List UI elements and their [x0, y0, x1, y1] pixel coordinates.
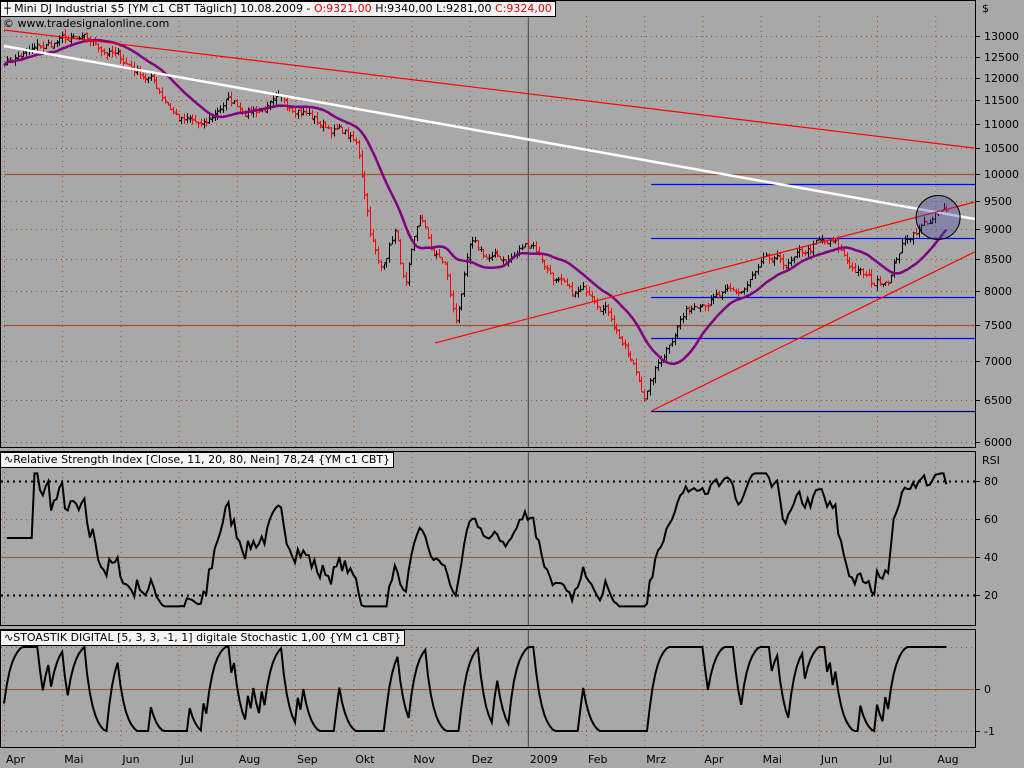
price-tick-label: 13000: [984, 29, 1019, 43]
x-tick-label: Apr: [704, 753, 724, 766]
low-value: L:9281,00: [436, 2, 492, 15]
price-tick-label: 8000: [984, 284, 1012, 298]
stoch-panel-header: ∿STOASTIK DIGITAL [5, 3, 3, -1, 1] digit…: [0, 630, 406, 646]
price-tick-label: 11500: [984, 93, 1019, 107]
open-value: O:9321,00: [314, 2, 372, 15]
crosshair-icon: ┼: [4, 2, 11, 15]
copyright-text: © www.tradesignalonline.com: [3, 17, 170, 30]
high-value: H:9340,00: [375, 2, 433, 15]
rsi-tick-label: 60: [984, 512, 998, 526]
x-tick-label: Sep: [297, 753, 318, 766]
rsi-axis-title: RSI: [982, 454, 1000, 467]
x-tick-label: Aug: [937, 753, 959, 766]
rsi-title: Relative Strength Index [Close, 11, 20, …: [13, 453, 391, 466]
x-tick-label: Nov: [413, 753, 435, 766]
x-tick-label: Jun: [820, 753, 838, 766]
x-tick-label: Mai: [64, 753, 84, 766]
price-tick-label: 7000: [984, 354, 1012, 368]
price-tick-label: 12500: [984, 50, 1019, 64]
indicator-icon: ∿: [4, 453, 14, 466]
rsi-tick-label: 80: [984, 474, 998, 488]
x-tick-label: Jul: [879, 753, 893, 766]
price-panel-header: ┼ Mini DJ Industrial $5 [YM c1 CBT Tägli…: [0, 1, 556, 17]
instrument-title: Mini DJ Industrial $5 [YM c1 CBT Täglich…: [14, 2, 237, 15]
x-tick-label: Jul: [180, 753, 194, 766]
highlight-circle: [915, 195, 961, 241]
indicator-icon: ∿: [4, 631, 14, 644]
price-tick-label: 7500: [984, 318, 1012, 332]
trendline-white-resistance: [3, 44, 975, 221]
stoch-title: STOASTIK DIGITAL [5, 3, 3, -1, 1] digita…: [13, 631, 402, 644]
price-tick-label: 9000: [984, 222, 1012, 236]
x-tick-label: Mrz: [646, 753, 666, 766]
x-tick-label: Feb: [588, 753, 608, 766]
price-tick-label: 11000: [984, 117, 1019, 131]
rsi-line: [6, 472, 948, 608]
price-tick-label: 6000: [984, 435, 1012, 449]
chart-canvas[interactable]: [0, 0, 1024, 768]
trendline-long-resistance: [3, 29, 975, 149]
price-tick-label: 9500: [984, 194, 1012, 208]
price-tick-label: 12000: [984, 71, 1019, 85]
currency-label: $: [982, 2, 989, 15]
price-tick-label: 10000: [984, 167, 1019, 181]
close-value: C:9324,00: [494, 2, 552, 15]
bar-date: 10.08.2009 -: [240, 2, 311, 15]
stoch-tick-label: 0: [984, 682, 991, 696]
x-tick-label: Mai: [762, 753, 782, 766]
x-tick-label: Jun: [122, 753, 140, 766]
rsi-tick-label: 20: [984, 588, 998, 602]
price-tick-label: 6500: [984, 393, 1012, 407]
trendline-wedge-lower: [650, 251, 976, 412]
x-tick-label: Dez: [471, 753, 493, 766]
rsi-tick-label: 40: [984, 550, 998, 564]
x-tick-label: Apr: [6, 753, 26, 766]
stoch-tick-label: -1: [984, 724, 995, 738]
moving-average-line: [3, 38, 948, 366]
price-tick-label: 8500: [984, 252, 1012, 266]
x-tick-label: Okt: [355, 753, 375, 766]
price-panel: [0, 0, 976, 448]
x-tick-label: 2009: [529, 753, 558, 766]
rsi-panel-header: ∿Relative Strength Index [Close, 11, 20,…: [0, 452, 395, 468]
x-tick-label: Aug: [238, 753, 261, 766]
price-tick-label: 10500: [984, 141, 1019, 155]
